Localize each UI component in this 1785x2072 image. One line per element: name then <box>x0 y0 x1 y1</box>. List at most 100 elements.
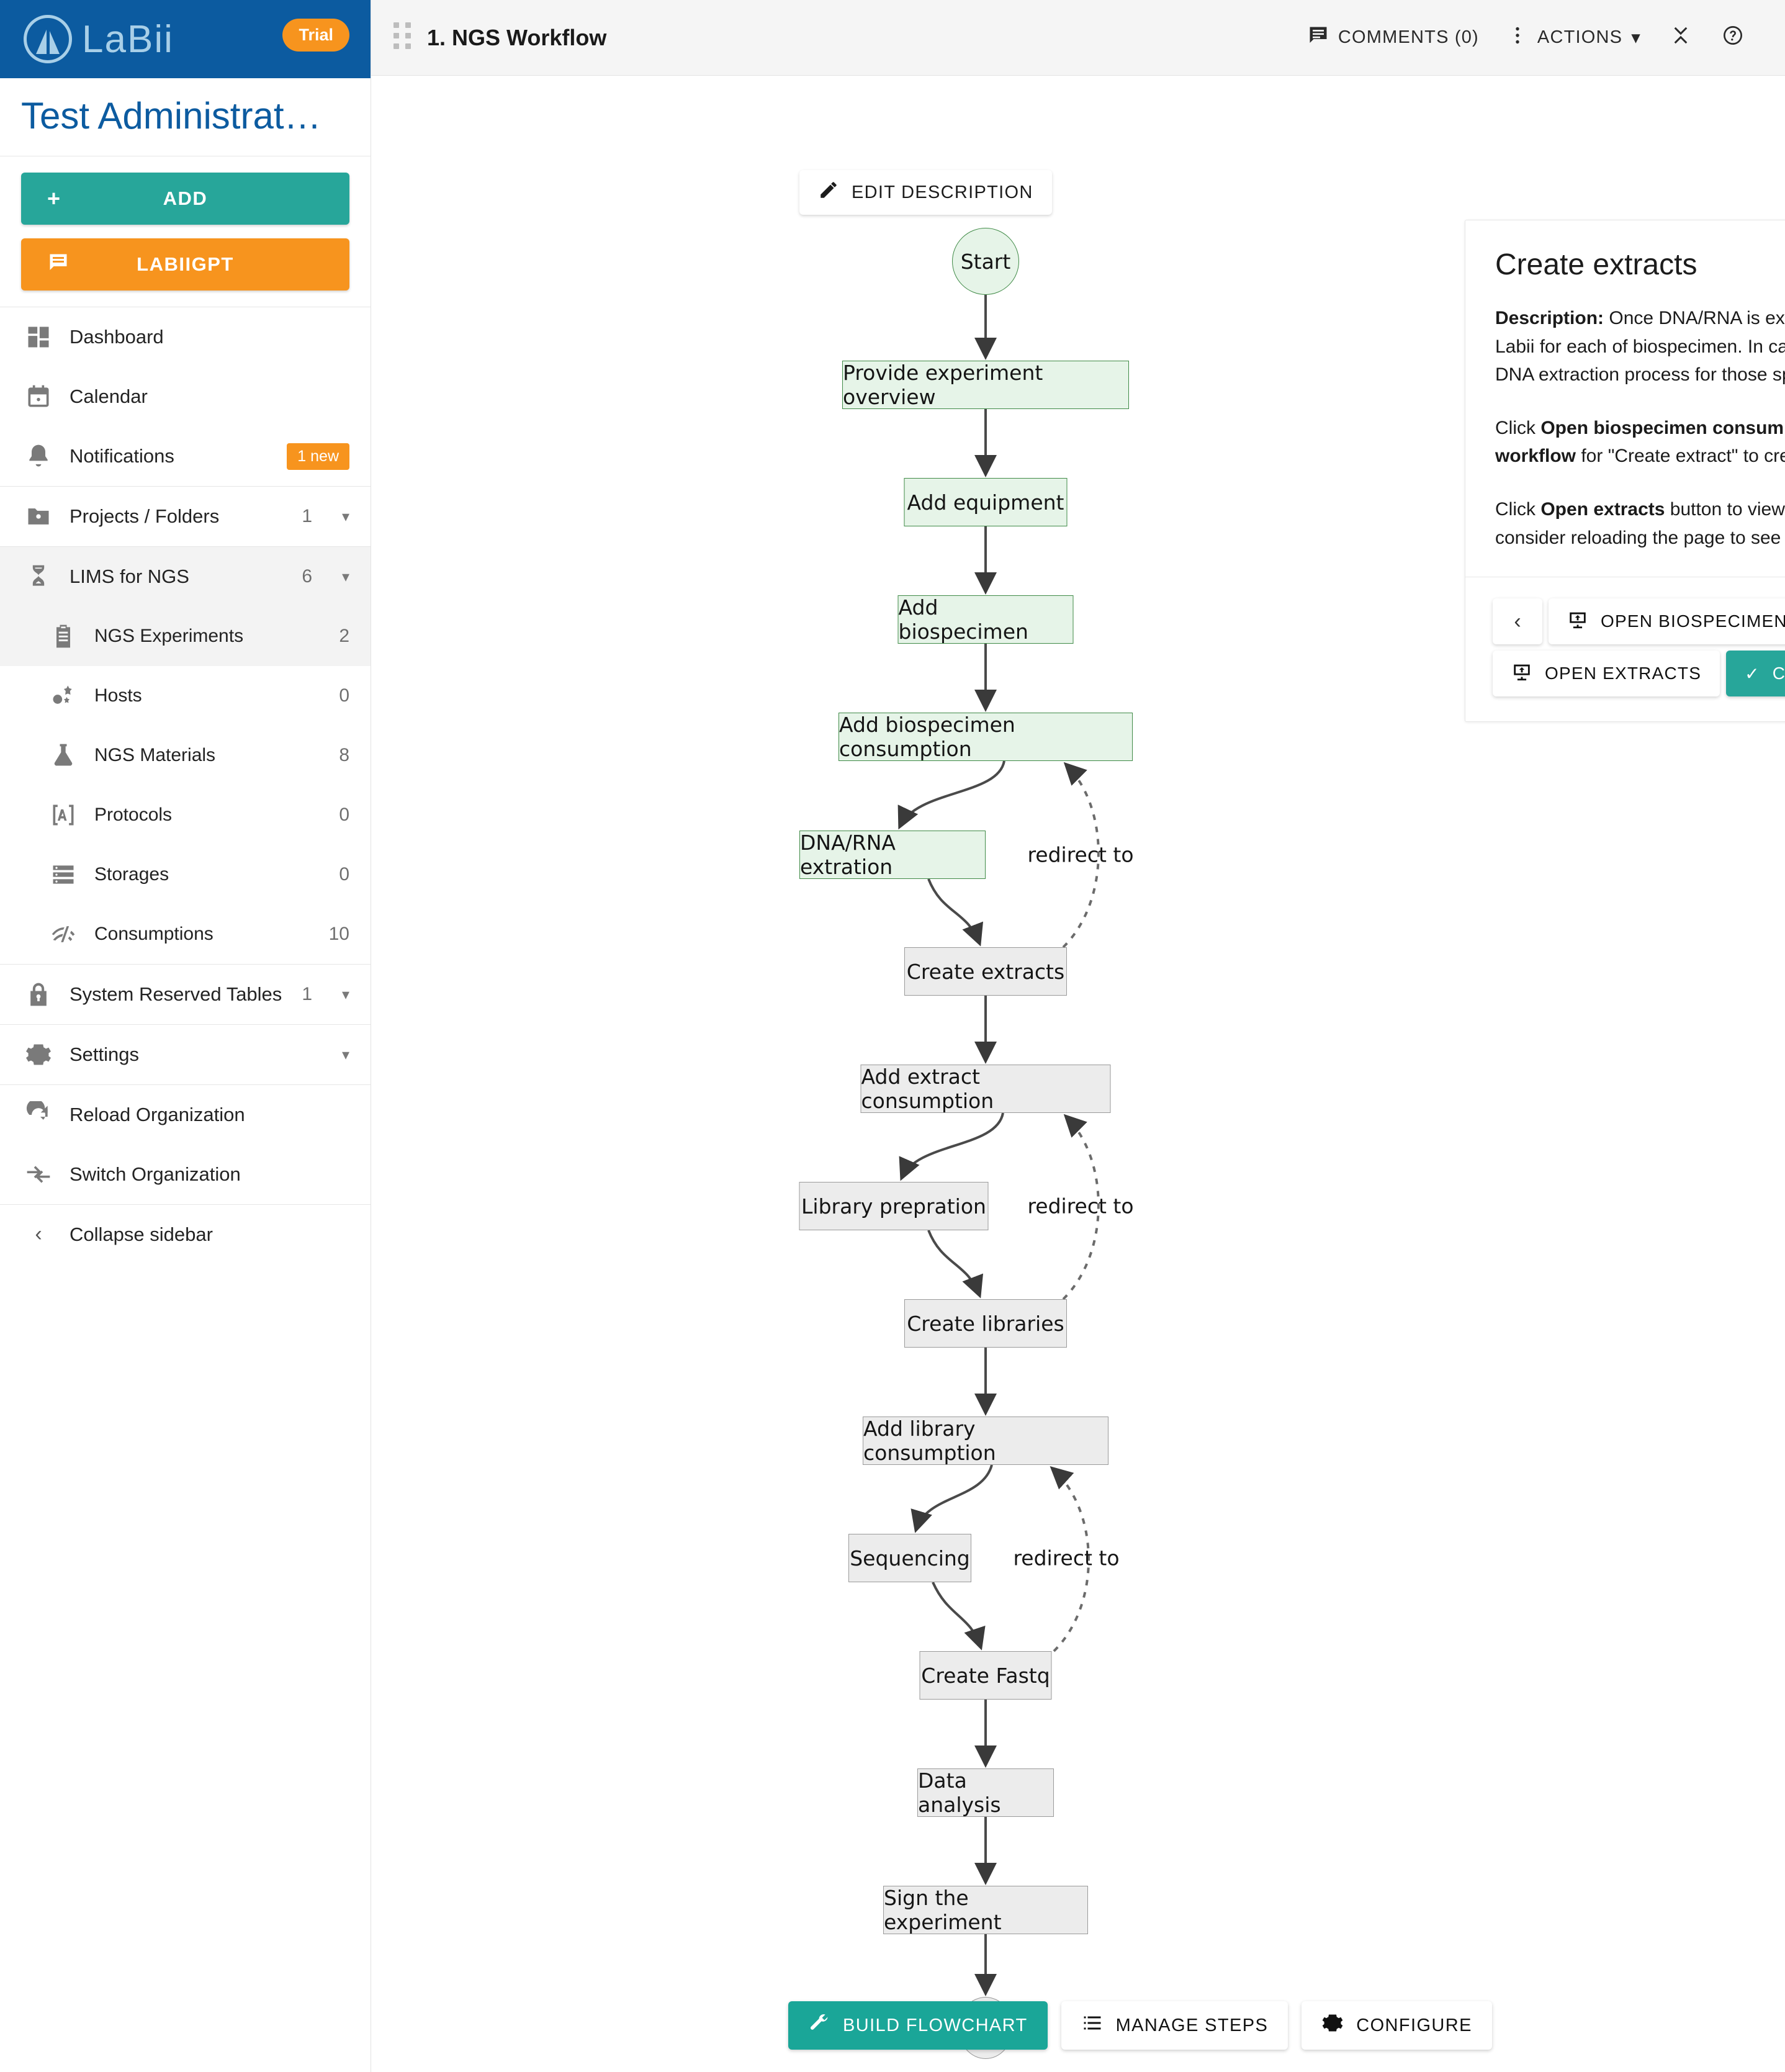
sidebar-item-calendar[interactable]: Calendar <box>0 367 371 426</box>
app-root: LaBii Trial Test Administrat… + ADD LABI… <box>0 0 1785 2072</box>
flow-node-n9[interactable]: Create libraries <box>904 1299 1067 1348</box>
brand-header: LaBii Trial <box>0 0 371 78</box>
nav-group-lims: LIMS for NGS 6 ▾ NGS Experiments 2 Hosts… <box>0 546 371 964</box>
collapse-sidebar-button[interactable]: ‹ Collapse sidebar <box>0 1204 371 1264</box>
page-title: 1. NGS Workflow <box>427 24 607 50</box>
sidebar-item-hosts[interactable]: Hosts 0 <box>0 666 371 726</box>
sidebar-item-system-reserved-tables[interactable]: System Reserved Tables 1 ▾ <box>0 965 371 1024</box>
drag-handle-icon[interactable] <box>393 22 415 53</box>
comment-icon <box>1307 24 1329 52</box>
nav-group-system: System Reserved Tables 1 ▾ <box>0 964 371 1024</box>
help-button[interactable] <box>1707 16 1759 60</box>
trial-badge[interactable]: Trial <box>282 19 349 52</box>
sidebar-item-label: LIMS for NGS <box>70 565 189 587</box>
sidebar-item-label: Dashboard <box>70 326 164 348</box>
organization-title[interactable]: Test Administrat… <box>0 78 371 156</box>
sidebar-item-lims-for-ngs[interactable]: LIMS for NGS 6 ▾ <box>0 547 371 606</box>
chat-icon <box>47 251 70 277</box>
wrench-icon <box>808 2012 830 2039</box>
comments-button[interactable]: COMMENTS (0) <box>1293 16 1493 60</box>
main-content: 1. NGS Workflow COMMENTS (0) ACTIONS ▾ E… <box>371 0 1785 2072</box>
flow-node-n8[interactable]: Library prepration <box>799 1182 989 1230</box>
flow-node-n14[interactable]: Sign the experiment <box>883 1886 1088 1934</box>
sidebar-item-label: Calendar <box>70 385 148 407</box>
flow-node-n7[interactable]: Add extract consumption <box>860 1065 1111 1113</box>
previous-step-button[interactable]: ‹ <box>1493 598 1542 645</box>
open-extracts-button[interactable]: OPEN EXTRACTS <box>1493 651 1720 697</box>
configure-button[interactable]: CONFIGURE <box>1302 2001 1492 2050</box>
flask-logo-icon <box>24 15 72 63</box>
sidebar-item-count: 2 <box>339 626 349 646</box>
flow-node-n10[interactable]: Add library consumption <box>863 1417 1108 1465</box>
bold-open-biospecimen: Open biospecimen consumption <box>1540 417 1785 438</box>
labii-logo[interactable]: LaBii <box>24 15 174 63</box>
help-circle-icon <box>1722 24 1744 52</box>
step-action-buttons: ‹ OPEN BIOSPECIMEN CONSUMPTION OPEN EXT <box>1493 598 1785 697</box>
sidebar-item-dashboard[interactable]: Dashboard <box>0 307 371 367</box>
sidebar-item-notifications[interactable]: Notifications 1 new <box>0 426 371 486</box>
flow-node-n3[interactable]: Add biospecimen <box>897 595 1074 644</box>
add-button[interactable]: + ADD <box>21 173 349 225</box>
sidebar: LaBii Trial Test Administrat… + ADD LABI… <box>0 0 371 2072</box>
sidebar-item-count: 0 <box>339 685 349 706</box>
open-biospecimen-consumption-button[interactable]: OPEN BIOSPECIMEN CONSUMPTION <box>1549 598 1785 645</box>
edge-label-redirect-1: redirect to <box>1027 842 1134 867</box>
add-button-label: ADD <box>163 187 208 209</box>
chevron-down-icon[interactable]: ▾ <box>320 508 349 526</box>
bell-icon <box>24 441 53 471</box>
flow-node-n4[interactable]: Add biospecimen consumption <box>839 713 1133 761</box>
edit-description-label: EDIT DESCRIPTION <box>852 182 1033 202</box>
sidebar-item-label: NGS Experiments <box>94 626 244 646</box>
flow-node-n1[interactable]: Provide experiment overview <box>842 361 1129 409</box>
chevron-down-icon[interactable]: ▾ <box>320 568 349 586</box>
sidebar-item-ngs-materials[interactable]: NGS Materials 8 <box>0 726 371 785</box>
sidebar-item-consumptions[interactable]: Consumptions 10 <box>0 904 371 964</box>
flow-node-n5[interactable]: DNA/RNA extration <box>799 831 986 879</box>
sidebar-item-label: Protocols <box>94 804 173 825</box>
chevron-down-icon[interactable]: ▾ <box>320 986 349 1004</box>
topbar-actions: COMMENTS (0) ACTIONS ▾ <box>1293 16 1759 60</box>
sidebar-item-count: 10 <box>328 924 349 944</box>
sidebar-item-protocols[interactable]: Protocols 0 <box>0 785 371 845</box>
sidebar-item-settings[interactable]: Settings ▾ <box>0 1025 371 1084</box>
flow-node-n2[interactable]: Add equipment <box>904 478 1068 526</box>
collapse-button[interactable] <box>1655 16 1707 60</box>
clipboard-icon <box>48 621 78 651</box>
actions-menu-button[interactable]: ACTIONS ▾ <box>1493 16 1655 60</box>
sidebar-item-storages[interactable]: Storages 0 <box>0 845 371 904</box>
sidebar-item-reload-organization[interactable]: Reload Organization <box>0 1085 371 1145</box>
edit-description-button[interactable]: EDIT DESCRIPTION <box>799 170 1052 215</box>
build-flowchart-button[interactable]: BUILD FLOWCHART <box>788 2001 1048 2050</box>
sidebar-item-count: 1 <box>302 506 312 526</box>
flow-node-start[interactable]: Start <box>952 228 1019 295</box>
sidebar-item-label: Notifications <box>70 445 174 467</box>
bottom-toolbar: BUILD FLOWCHART MANAGE STEPS CONFIGURE <box>788 2001 1492 2050</box>
edge-label-redirect-3: redirect to <box>1013 1546 1120 1570</box>
nav-group-general: Dashboard Calendar Notifications 1 new <box>0 307 371 486</box>
notifications-badge: 1 new <box>287 443 349 470</box>
complete-button[interactable]: ✓ COMPLETE <box>1726 651 1785 697</box>
sidebar-item-projects-folders[interactable]: Projects / Folders 1 ▾ <box>0 487 371 546</box>
protocol-icon <box>48 800 78 830</box>
sidebar-item-label: Reload Organization <box>70 1104 245 1125</box>
step-instruction-paragraph-2: Click Open extracts button to view a lis… <box>1495 498 1785 548</box>
flow-node-n6[interactable]: Create extracts <box>904 947 1067 996</box>
sidebar-item-label: Consumptions <box>94 924 214 944</box>
nav-group-org: Reload Organization Switch Organization <box>0 1084 371 1204</box>
step-detail-panel: Create extracts Description: Once DNA/RN… <box>1465 220 1785 723</box>
flask-icon <box>48 741 78 770</box>
calendar-icon <box>24 382 53 412</box>
manage-steps-button[interactable]: MANAGE STEPS <box>1061 2001 1288 2050</box>
flow-node-n13[interactable]: Data analysis <box>917 1768 1054 1817</box>
labiigpt-button[interactable]: LABIIGPT <box>21 238 349 291</box>
sidebar-item-ngs-experiments[interactable]: NGS Experiments 2 <box>0 606 371 666</box>
sidebar-item-label: Projects / Folders <box>70 505 220 527</box>
flow-node-n11[interactable]: Sequencing <box>848 1534 971 1582</box>
sidebar-item-switch-organization[interactable]: Switch Organization <box>0 1145 371 1204</box>
chevron-down-icon[interactable]: ▾ <box>320 1046 349 1064</box>
folder-user-icon <box>24 502 53 531</box>
check-icon: ✓ <box>1745 664 1760 683</box>
consumption-icon <box>48 919 78 949</box>
lock-icon <box>24 980 53 1009</box>
flow-node-n12[interactable]: Create Fastq <box>919 1651 1052 1700</box>
